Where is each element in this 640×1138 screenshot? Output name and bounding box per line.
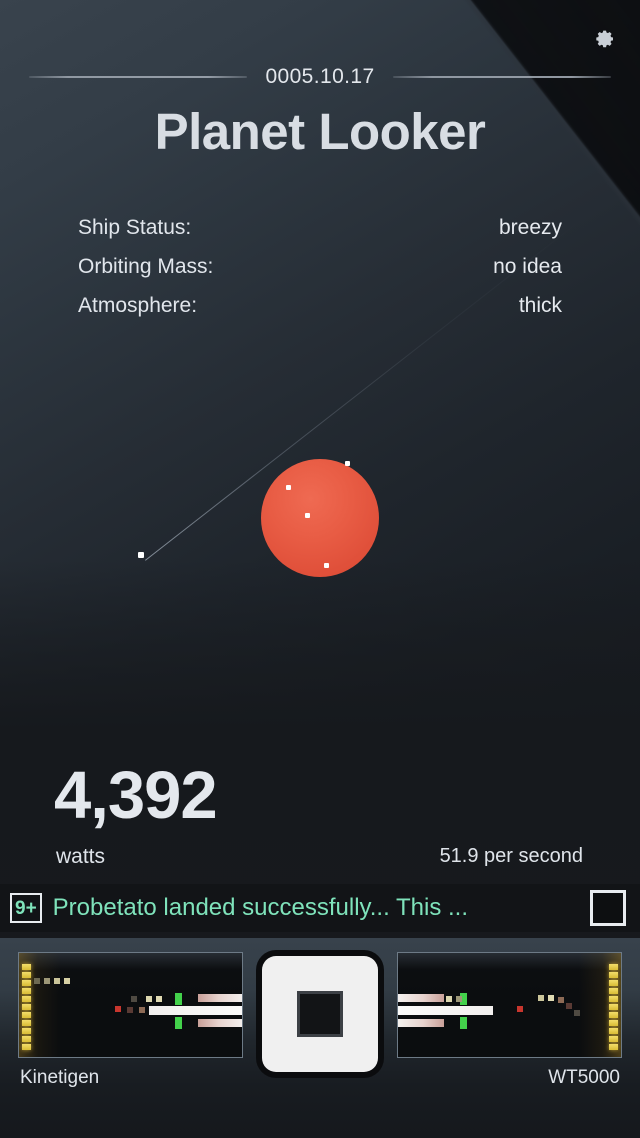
panel-backdrop <box>398 953 621 1057</box>
pixel-marker <box>446 996 452 1002</box>
notification-bar[interactable]: 9+ Probetato landed successfully... This… <box>0 884 640 932</box>
planet-looker-app: 0005.10.17 Planet Looker Ship Status: br… <box>0 0 640 1138</box>
tool-panel-wt5000[interactable] <box>397 952 622 1058</box>
notification-message[interactable]: Probetato landed successfully... This ..… <box>53 894 590 922</box>
led-cell <box>22 1020 31 1026</box>
led-cell <box>609 1028 618 1034</box>
led-cell <box>22 996 31 1002</box>
panel-backdrop <box>19 953 242 1057</box>
meter-bar <box>398 994 444 1002</box>
pixel-marker <box>34 978 40 984</box>
planet-marker-dot <box>305 513 310 518</box>
led-cell <box>609 1036 618 1042</box>
status-value: breezy <box>498 216 562 239</box>
led-cell <box>609 988 618 994</box>
notification-checkbox[interactable] <box>590 890 626 926</box>
pixel-marker <box>44 978 50 984</box>
led-cell <box>22 1012 31 1018</box>
space-fade-overlay <box>0 560 640 938</box>
led-cell <box>609 964 618 970</box>
led-cell <box>22 988 31 994</box>
status-value: thick <box>518 294 562 317</box>
meter-bar <box>398 1019 444 1027</box>
stop-square-icon <box>300 994 340 1034</box>
tool-panel-kinetigen-label: Kinetigen <box>20 1067 100 1088</box>
tool-panel-wt5000-label: WT5000 <box>548 1067 620 1088</box>
status-row: Atmosphere: thick <box>78 294 562 333</box>
led-column-right <box>609 964 618 1050</box>
pixel-marker <box>127 1007 133 1013</box>
pixel-marker <box>54 978 60 984</box>
status-row: Ship Status: breezy <box>78 216 562 255</box>
pixel-marker <box>131 996 137 1002</box>
led-cell <box>22 964 31 970</box>
status-led-green <box>175 1017 182 1029</box>
led-cell <box>609 980 618 986</box>
led-cell <box>22 980 31 986</box>
led-cell <box>22 1044 31 1050</box>
pixel-marker <box>115 1006 121 1012</box>
status-label: Ship Status: <box>78 216 192 239</box>
led-cell <box>609 1004 618 1010</box>
planet-marker-dot <box>324 563 329 568</box>
status-panel: Ship Status: breezy Orbiting Mass: no id… <box>78 216 562 333</box>
pixel-marker <box>156 996 162 1002</box>
led-cell <box>22 1028 31 1034</box>
status-label: Orbiting Mass: <box>78 255 214 278</box>
energy-rate-label: 51.9 per second <box>439 845 583 867</box>
star-marker <box>138 552 144 558</box>
status-led-green <box>460 1017 467 1029</box>
pixel-marker <box>64 978 70 984</box>
gear-icon <box>596 30 613 48</box>
led-column-left <box>22 964 31 1050</box>
status-value: no idea <box>493 255 562 278</box>
meter-bar <box>198 994 242 1002</box>
pixel-marker <box>574 1010 580 1016</box>
meter-bar <box>149 1006 242 1015</box>
energy-value: 4,392 <box>54 758 218 833</box>
led-cell <box>609 1044 618 1050</box>
date-bar: 0005.10.17 <box>0 65 640 89</box>
settings-button[interactable] <box>586 22 622 58</box>
meter-bar <box>198 1019 242 1027</box>
notification-count-badge[interactable]: 9+ <box>10 893 42 923</box>
stop-action-button[interactable] <box>262 956 378 1072</box>
status-led-green <box>175 993 182 1005</box>
planet-marker-dot <box>286 485 291 490</box>
status-label: Atmosphere: <box>78 294 198 317</box>
page-title: Planet Looker <box>154 103 486 160</box>
pixel-marker <box>139 1007 145 1013</box>
notification-count-label: 9+ <box>15 897 37 919</box>
led-cell <box>22 1004 31 1010</box>
planet-marker-dot <box>345 461 350 466</box>
date-rule-right <box>392 76 611 78</box>
status-row: Orbiting Mass: no idea <box>78 255 562 294</box>
led-cell <box>609 1020 618 1026</box>
pixel-marker <box>566 1003 572 1009</box>
led-cell <box>22 972 31 978</box>
tool-panel-kinetigen[interactable] <box>18 952 243 1058</box>
game-date: 0005.10.17 <box>265 65 375 88</box>
energy-unit-label: watts <box>56 845 106 868</box>
pixel-marker <box>558 997 564 1003</box>
pixel-marker <box>548 995 554 1001</box>
led-cell <box>609 1012 618 1018</box>
pixel-marker <box>538 995 544 1001</box>
pixel-marker <box>146 996 152 1002</box>
pixel-marker <box>456 996 462 1002</box>
date-rule-left <box>29 76 248 78</box>
planet-body[interactable] <box>261 459 379 577</box>
meter-bar <box>398 1006 493 1015</box>
led-cell <box>609 996 618 1002</box>
led-cell <box>22 1036 31 1042</box>
led-cell <box>609 972 618 978</box>
pixel-marker <box>517 1006 523 1012</box>
